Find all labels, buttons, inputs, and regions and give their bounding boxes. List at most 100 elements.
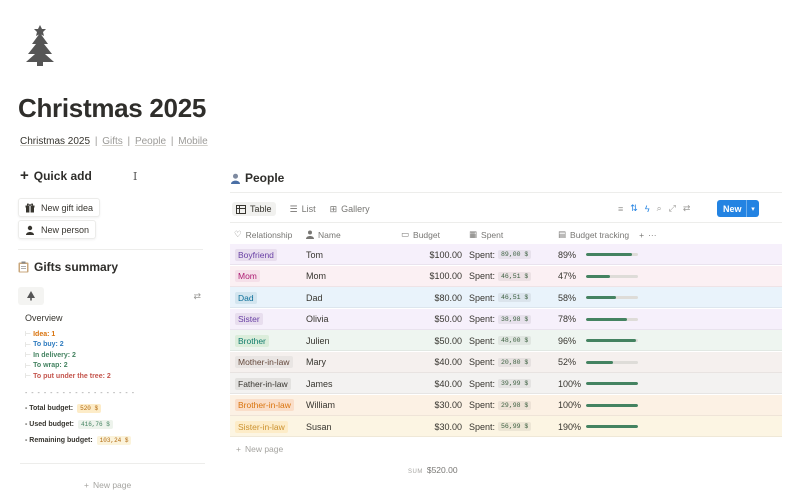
tree-branch-icon: ⊢ <box>25 331 32 339</box>
new-button-label: New <box>723 203 742 214</box>
budget-label: - Used budget: <box>25 420 74 428</box>
budget-value: $100.00 <box>429 271 462 281</box>
table-row[interactable]: Brother-in-law William $30.00 Spent: 29,98 $… <box>230 394 782 416</box>
budget-percent: 78% <box>558 314 577 324</box>
relationship-tag: Sister-in-law <box>235 420 288 433</box>
new-page-label: New page <box>244 444 284 454</box>
column-budget-label: Budget <box>413 229 440 240</box>
plus-icon: + <box>20 167 29 184</box>
relationship-tag: Dad <box>235 291 257 304</box>
column-budget[interactable]: ▭ Budget <box>401 229 440 240</box>
person-name: Julien <box>306 335 330 346</box>
budget-progress-bar <box>586 339 638 342</box>
sort-icon[interactable]: ⇅ <box>630 203 638 214</box>
status-text: In delivery: 2 <box>33 351 76 359</box>
person-icon <box>26 225 34 235</box>
add-column-icon[interactable]: + <box>639 230 644 240</box>
budget-progress-bar <box>586 425 638 428</box>
person-name: James <box>306 378 333 389</box>
column-relationship[interactable]: ♡ Relationship <box>234 229 292 240</box>
tree-branch-icon: ⊢ <box>25 352 32 360</box>
tab-table[interactable]: Table <box>232 202 276 216</box>
budget-percent: 47% <box>558 271 577 281</box>
search-icon[interactable]: ⌕ <box>657 203 662 214</box>
filter-icon[interactable]: ≡ <box>618 204 623 214</box>
breadcrumb-gifts[interactable]: Gifts <box>102 136 123 147</box>
quick-add-title: Quick add <box>33 168 92 183</box>
tab-table-label: Table <box>250 204 272 214</box>
budget-percent: 96% <box>558 335 577 346</box>
relationship-tag: Sister <box>235 313 263 325</box>
budget-progress-fill <box>586 274 611 278</box>
budget-progress-bar <box>586 296 638 299</box>
more-options-icon[interactable]: ··· <box>648 230 657 240</box>
summary-new-page-button[interactable]: + New page <box>84 480 131 490</box>
status-list: ⊢ Idea: 1 ⊢ To buy: 2 ⊢ In delivery: 2 ⊢ To wra… <box>18 329 203 382</box>
tab-list-label: List <box>301 204 316 214</box>
table-row[interactable]: Father-in-law James $40.00 Spent: 39,99 $ 100… <box>230 373 782 394</box>
spent-label: Spent: <box>469 249 496 260</box>
spent-label: Spent: <box>469 314 496 324</box>
table-row[interactable]: Mom Mom $100.00 Spent: 46,51 $ 47% <box>230 265 782 287</box>
budget-progress-fill <box>586 382 638 385</box>
spent-label: Spent: <box>469 421 496 432</box>
table-icon <box>236 204 246 214</box>
column-name[interactable]: Name <box>306 230 341 240</box>
quick-add-heading: + Quick add <box>20 168 203 183</box>
table-row[interactable]: Sister Olivia $50.00 Spent: 38,98 $ 78% <box>230 308 782 330</box>
status-line: ⊢ To buy: 2 <box>25 340 203 351</box>
automation-icon[interactable]: ϟ <box>645 204 650 214</box>
money-icon: ▭ <box>401 229 410 239</box>
table-row[interactable]: Boyfriend Tom $100.00 Spent: 89,00 $ 89% <box>230 244 782 265</box>
breadcrumb-separator: | <box>94 136 98 147</box>
divider <box>230 192 782 193</box>
breadcrumb: Christmas 2025 | Gifts | People | Mobile <box>20 136 208 147</box>
table-new-page-button[interactable]: + New page <box>236 444 283 454</box>
spent-value: 46,51 $ <box>498 271 532 281</box>
status-line: ⊢ Idea: 1 <box>25 329 203 340</box>
relationship-tag: Mother-in-law <box>235 356 293 368</box>
new-button[interactable]: New ▾ <box>717 200 759 217</box>
new-person-button[interactable]: New person <box>18 220 97 239</box>
budget-value: $80.00 <box>434 292 462 303</box>
column-budget-tracking[interactable]: ▤ Budget tracking + ··· <box>558 229 657 240</box>
tab-list[interactable]: ☰ List <box>290 202 316 216</box>
spent-value: 20,80 $ <box>498 357 532 367</box>
sync-icon[interactable]: ⇄ <box>683 203 691 214</box>
breadcrumb-christmas-2025[interactable]: Christmas 2025 <box>20 136 90 147</box>
status-text: To wrap: 2 <box>33 362 68 370</box>
table-row[interactable]: Mother-in-law Mary $40.00 Spent: 20,80 $ 52% <box>230 351 782 373</box>
breadcrumb-people[interactable]: People <box>135 136 166 147</box>
table-row[interactable]: Dad Dad $80.00 Spent: 46,51 $ 58% <box>230 287 782 308</box>
budget-progress-bar <box>586 317 638 321</box>
expand-icon[interactable]: ⤢ <box>669 203 676 214</box>
breadcrumb-separator: | <box>127 136 131 147</box>
sum-value: $520.00 <box>426 465 458 475</box>
relationship-tag: Boyfriend <box>235 248 277 261</box>
budget-value: $50.00 <box>434 314 462 324</box>
budget-progress-fill <box>586 403 638 407</box>
christmas-tree-icon <box>27 291 35 301</box>
new-gift-idea-button[interactable]: New gift idea <box>18 198 101 217</box>
breadcrumb-mobile[interactable]: Mobile <box>178 136 207 147</box>
spent-label: Spent: <box>469 292 496 303</box>
budget-line: - Used budget: 416,76 $ <box>25 419 203 429</box>
person-name: Tom <box>306 249 324 260</box>
status-line: ⊢ To put under the tree: 2 <box>25 371 203 382</box>
tree-branch-icon: ⊢ <box>25 373 32 381</box>
spent-value: 46,51 $ <box>498 293 532 302</box>
table-row[interactable]: Sister-in-law Susan $30.00 Spent: 56,99 $ 190… <box>230 416 782 437</box>
summary-divider: - - - - - - - - - - - - - - - - - - <box>25 389 136 397</box>
chevron-down-icon[interactable]: ▾ <box>746 200 759 217</box>
budget-progress-fill <box>586 339 636 342</box>
new-page-label: New page <box>92 480 132 490</box>
tab-gallery[interactable]: ⊞ Gallery <box>330 202 370 216</box>
settings-sliders-icon[interactable]: ⇄ <box>193 291 201 302</box>
budget-progress-bar <box>586 274 638 278</box>
status-text: Idea: 1 <box>33 330 56 338</box>
summary-icon-button[interactable] <box>18 287 44 305</box>
view-tabs: Table ☰ List ⊞ Gallery <box>232 202 370 216</box>
table-row[interactable]: Brother Julien $50.00 Spent: 48,00 $ 96% <box>230 330 782 351</box>
column-spent[interactable]: ▦ Spent <box>469 229 503 240</box>
quick-add-section: + Quick add New gift idea New person Gif… <box>18 168 203 305</box>
